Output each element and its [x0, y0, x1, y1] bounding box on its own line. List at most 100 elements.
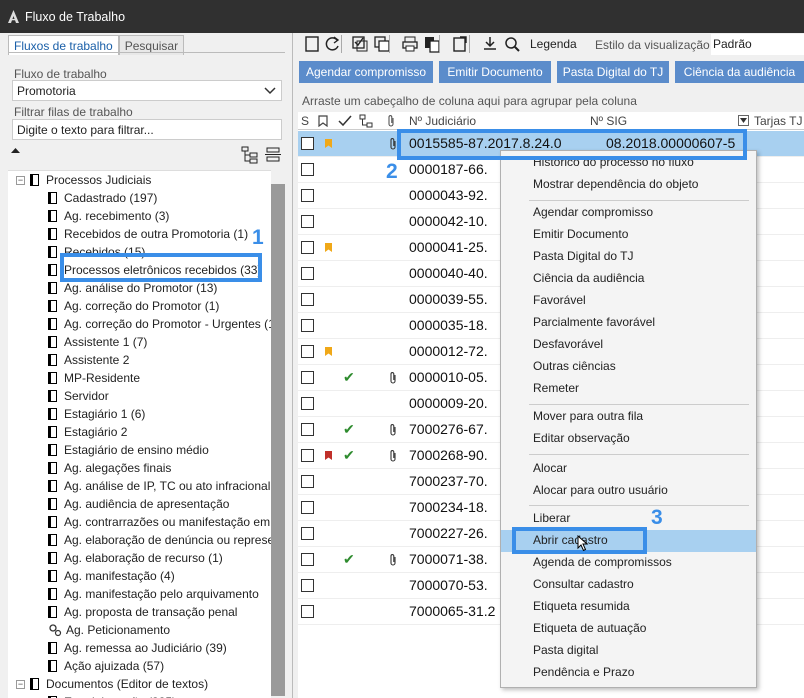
menu-item[interactable]: Emitir Documento — [533, 227, 628, 241]
row-checkbox[interactable] — [301, 527, 314, 540]
tree-item[interactable]: Ação ajuizada (57) — [48, 657, 164, 675]
window-title: Fluxo de Trabalho — [25, 9, 126, 24]
tree-item[interactable]: Ag. análise de IP, TC ou ato infracional — [48, 477, 270, 495]
menu-item[interactable]: Parcialmente favorável — [533, 315, 655, 329]
new-item-icon[interactable] — [301, 33, 323, 55]
scrollbar-thumb[interactable] — [271, 184, 285, 696]
tree-scrollbar[interactable] — [271, 170, 285, 698]
row-checkbox[interactable] — [301, 449, 314, 462]
pasta-digital-tj-button[interactable]: Pasta Digital do TJ — [557, 61, 669, 83]
row-checkbox[interactable] — [301, 267, 314, 280]
menu-item[interactable]: Pasta Digital do TJ — [533, 249, 634, 263]
tree-item[interactable]: Recebidos de outra Promotoria (1) — [48, 225, 248, 243]
menu-item[interactable]: Editar observação — [533, 431, 630, 445]
tree-item[interactable]: Estagiário 2 — [48, 423, 127, 441]
row-checkbox[interactable] — [301, 553, 314, 566]
flag-column-icon[interactable] — [318, 115, 328, 127]
row-checkbox[interactable] — [301, 319, 314, 332]
tree-item[interactable]: Ag. proposta de transação penal — [48, 603, 237, 621]
row-checkbox[interactable] — [301, 293, 314, 306]
collapse-toggle-icon[interactable]: − — [16, 679, 25, 689]
tree-item[interactable]: Cadastrado (197) — [48, 189, 157, 207]
collapse-toggle-icon[interactable]: − — [16, 175, 25, 185]
tree-item-label: Ag. elaboração de denúncia ou represer — [64, 533, 271, 547]
menu-item[interactable]: Favorável — [533, 293, 586, 307]
filter-input[interactable]: Digite o texto para filtrar... — [12, 119, 282, 140]
menu-item[interactable]: Agenda de compromissos — [533, 555, 672, 569]
emitir-documento-button[interactable]: Emitir Documento — [439, 61, 551, 83]
col-s[interactable]: S — [301, 114, 309, 128]
row-checkbox[interactable] — [301, 605, 314, 618]
select-all-icon[interactable] — [349, 33, 371, 55]
tree-item[interactable]: Ag. audiência de apresentação — [48, 495, 229, 513]
refresh-icon[interactable] — [321, 33, 343, 55]
col-num-judiciario[interactable]: Nº Judiciário — [409, 114, 476, 128]
tree-item[interactable]: Em elaboração (335) — [48, 693, 176, 698]
menu-item[interactable]: Ciência da audiência — [533, 271, 644, 285]
tree-item[interactable]: Estagiário de ensino médio — [48, 441, 209, 459]
menu-item[interactable]: Etiqueta de autuação — [533, 621, 646, 635]
row-checkbox[interactable] — [301, 501, 314, 514]
menu-item[interactable]: Liberar — [533, 511, 570, 525]
print-icon[interactable] — [399, 33, 421, 55]
filter-dropdown[interactable] — [738, 115, 749, 126]
tree-group[interactable]: − Processos Judiciais — [16, 171, 151, 189]
row-checkbox[interactable] — [301, 215, 314, 228]
check-column-icon[interactable] — [338, 115, 352, 127]
tree-item[interactable]: Ag. Peticionamento — [48, 621, 170, 639]
col-num-sig[interactable]: Nº SIG — [590, 114, 627, 128]
row-checkbox[interactable] — [301, 475, 314, 488]
view-style-select[interactable]: Padrão — [711, 34, 804, 55]
search-settings-icon[interactable] — [501, 33, 523, 55]
col-tarjas-tj[interactable]: Tarjas TJ — [754, 114, 802, 128]
clip-column-icon[interactable] — [388, 115, 396, 127]
tree-item[interactable]: Ag. elaboração de recurso (1) — [48, 549, 223, 567]
tree-item[interactable]: MP-Residente — [48, 369, 140, 387]
row-checkbox[interactable] — [301, 579, 314, 592]
row-checkbox[interactable] — [301, 189, 314, 202]
menu-item[interactable]: Remeter — [533, 381, 579, 395]
ciencia-audiencia-button[interactable]: Ciência da audiência — [675, 61, 804, 83]
expand-all-icon[interactable] — [241, 146, 259, 164]
agendar-compromisso-button[interactable]: Agendar compromisso — [299, 61, 433, 83]
legend-label[interactable]: Legenda — [530, 37, 577, 51]
row-checkbox[interactable] — [301, 397, 314, 410]
menu-item[interactable]: Mostrar dependência do objeto — [533, 177, 698, 191]
row-checkbox[interactable] — [301, 241, 314, 254]
row-checkbox[interactable] — [301, 371, 314, 384]
menu-item[interactable]: Desfavorável — [533, 337, 603, 351]
row-checkbox[interactable] — [301, 423, 314, 436]
tree-item[interactable]: Assistente 2 — [48, 351, 129, 369]
tree-item[interactable]: Ag. recebimento (3) — [48, 207, 169, 225]
tree-group[interactable]: − Documentos (Editor de textos) — [16, 675, 208, 693]
tree-item[interactable]: Ag. correção do Promotor (1) — [48, 297, 219, 315]
tree-item[interactable]: Ag. manifestação (4) — [48, 567, 175, 585]
row-checkbox[interactable] — [301, 163, 314, 176]
tree-item[interactable]: Ag. alegações finais — [48, 459, 171, 477]
collapse-up-icon[interactable] — [11, 146, 20, 155]
tree-item[interactable]: Ag. correção do Promotor - Urgentes (1) — [48, 315, 271, 333]
menu-item[interactable]: Mover para outra fila — [533, 409, 643, 423]
menu-item[interactable]: Consultar cadastro — [533, 577, 634, 591]
menu-item[interactable]: Pasta digital — [533, 643, 598, 657]
tree-item[interactable]: Estagiário 1 (6) — [48, 405, 145, 423]
download-icon[interactable] — [479, 33, 501, 55]
menu-item[interactable]: Alocar — [533, 461, 567, 475]
workflow-select[interactable]: Promotoria — [12, 80, 282, 101]
tree-item[interactable]: Ag. manifestação pelo arquivamento — [48, 585, 259, 603]
menu-item[interactable]: Pendência e Prazo — [533, 665, 634, 679]
tree-item[interactable]: Servidor — [48, 387, 109, 405]
tree-item[interactable]: Ag. contrarrazões ou manifestação em r — [48, 513, 271, 531]
row-checkbox[interactable] — [301, 137, 314, 150]
tree-item[interactable]: Assistente 1 (7) — [48, 333, 147, 351]
export-icon[interactable] — [449, 33, 471, 55]
menu-item[interactable]: Outras ciências — [533, 359, 616, 373]
link-column-icon[interactable] — [359, 114, 373, 128]
row-checkbox[interactable] — [301, 345, 314, 358]
menu-item[interactable]: Alocar para outro usuário — [533, 483, 668, 497]
menu-item[interactable]: Agendar compromisso — [533, 205, 653, 219]
tree-item[interactable]: Ag. remessa ao Judiciário (39) — [48, 639, 227, 657]
tree-item[interactable]: Ag. elaboração de denúncia ou represer — [48, 531, 271, 549]
menu-item[interactable]: Etiqueta resumida — [533, 599, 630, 613]
collapse-all-icon[interactable] — [264, 146, 282, 164]
